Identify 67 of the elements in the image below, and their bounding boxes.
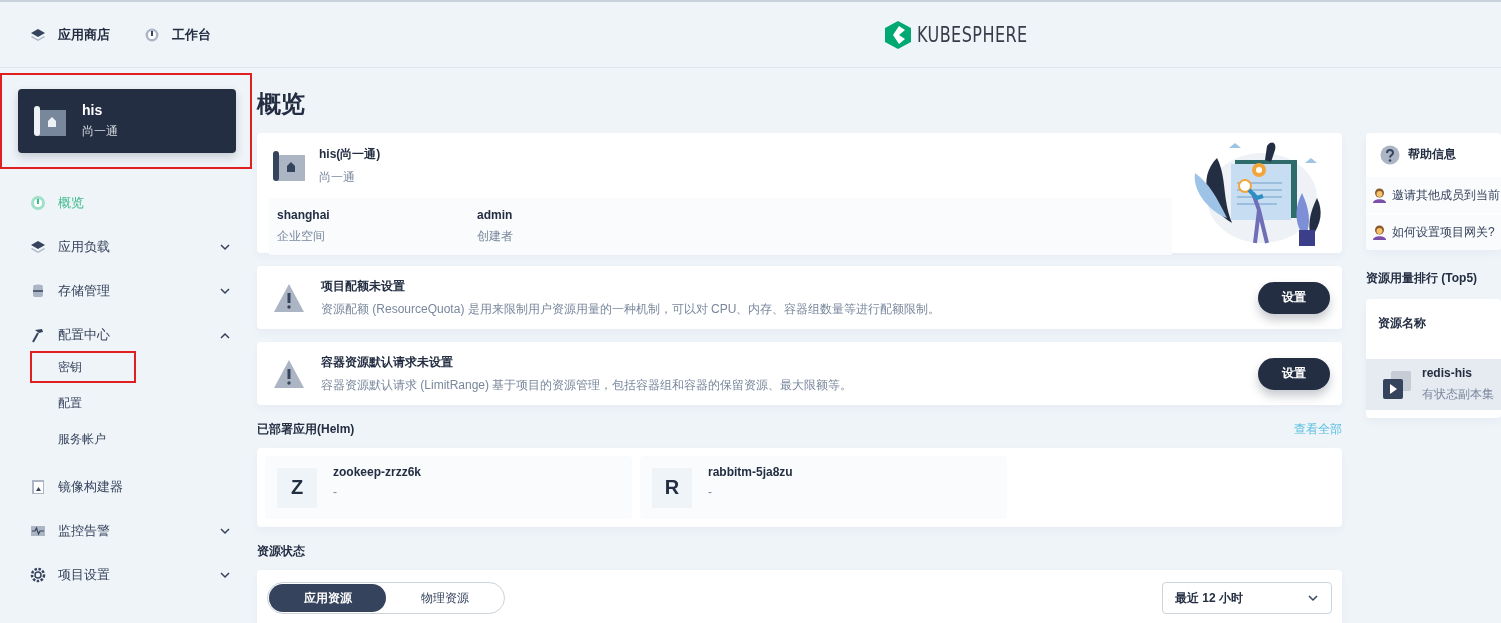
app-item[interactable]: R rabbitm-5ja8zu - bbox=[640, 456, 1007, 519]
resource-type: 有状态副本集 bbox=[1422, 386, 1494, 403]
chevron-icon bbox=[1307, 594, 1319, 602]
dashboard-icon bbox=[144, 26, 160, 43]
database-icon bbox=[30, 283, 46, 299]
person-icon bbox=[1372, 224, 1387, 240]
ranking-row[interactable]: redis-his 有状态副本集 bbox=[1366, 359, 1501, 410]
question-icon bbox=[1380, 144, 1400, 165]
sidebar-item[interactable]: 存储管理 bbox=[30, 269, 257, 313]
top-nav-link[interactable]: 应用商店 bbox=[30, 25, 110, 44]
sidebar-item[interactable]: 应用负载 bbox=[30, 225, 257, 269]
help-link[interactable]: 邀请其他成员到当前 bbox=[1366, 176, 1501, 213]
hammer-icon bbox=[30, 327, 46, 343]
project-icon bbox=[273, 149, 305, 182]
help-link[interactable]: 如何设置项目网关? bbox=[1366, 213, 1501, 250]
warning-title: 容器资源默认请求未设置 bbox=[321, 353, 454, 371]
app-name: rabbitm-5ja8zu bbox=[708, 464, 793, 479]
pulse-icon bbox=[30, 523, 46, 539]
resource-name: redis-his bbox=[1422, 366, 1473, 380]
project-card[interactable]: his 尚一通 bbox=[18, 89, 236, 153]
sidebar-item[interactable]: 镜像构建器 bbox=[30, 465, 257, 509]
sidebar-item[interactable]: 项目设置 bbox=[30, 553, 257, 597]
sidebar-subitem[interactable]: 密钥 bbox=[30, 351, 136, 383]
page-title: 概览 bbox=[257, 89, 306, 119]
set-button[interactable]: 设置 bbox=[1258, 357, 1330, 390]
app-avatar: Z bbox=[277, 467, 317, 508]
project-subtitle: 尚一通 bbox=[319, 168, 356, 186]
warning-icon bbox=[273, 358, 305, 389]
logo-icon bbox=[885, 21, 911, 49]
layers-icon bbox=[30, 239, 46, 255]
warning-icon bbox=[273, 282, 305, 313]
app-item[interactable]: Z zookeep-zrzz6k - bbox=[265, 456, 632, 519]
project-icon bbox=[34, 105, 66, 137]
resource-tab[interactable]: 应用资源 bbox=[269, 584, 386, 612]
top-nav-link[interactable]: 工作台 bbox=[144, 25, 211, 44]
resource-tab[interactable]: 物理资源 bbox=[386, 584, 503, 612]
field-label: 创建者 bbox=[477, 228, 514, 245]
logo-text: KUBESPHERE bbox=[917, 23, 1028, 47]
ranking-title: 资源用量排行 (Top5) bbox=[1366, 270, 1479, 287]
layers-icon bbox=[30, 26, 46, 43]
workload-icon bbox=[1382, 369, 1412, 400]
app-description: - bbox=[708, 484, 713, 499]
set-button[interactable]: 设置 bbox=[1258, 281, 1330, 314]
app-avatar: R bbox=[652, 467, 692, 508]
section-title: 已部署应用(Helm) bbox=[257, 421, 355, 438]
project-alias: 尚一通 bbox=[82, 123, 118, 140]
help-title: 帮助信息 bbox=[1408, 146, 1456, 163]
warning-title: 项目配额未设置 bbox=[321, 277, 406, 295]
sidebar-subitem[interactable]: 配置 bbox=[30, 387, 136, 419]
app-name: zookeep-zrzz6k bbox=[333, 464, 422, 479]
column-header: 资源名称 bbox=[1377, 315, 1427, 332]
warning-description: 容器资源默认请求 (LimitRange) 基于项目的资源管理，包括容器组和容器的保留资源、最大限额等。 bbox=[321, 376, 854, 394]
field-value: admin bbox=[477, 208, 514, 222]
app-description: - bbox=[333, 484, 338, 499]
section-title: 资源状态 bbox=[257, 543, 305, 560]
settings-icon bbox=[30, 567, 46, 583]
time-range-select[interactable]: 最近 12 小时 bbox=[1162, 582, 1332, 614]
sidebar-item[interactable]: 监控告警 bbox=[30, 509, 257, 553]
field-value: shanghai bbox=[277, 208, 331, 222]
warning-description: 资源配额 (ResourceQuota) 是用来限制用户资源用量的一种机制，可以对 CPU、内存、容器组数量等进行配额限制。 bbox=[321, 300, 942, 318]
field-label: 企业空间 bbox=[277, 228, 326, 245]
overview-icon bbox=[30, 195, 46, 211]
project-title: his(尚一通) bbox=[319, 145, 381, 163]
image-icon bbox=[30, 479, 46, 495]
person-icon bbox=[1372, 187, 1387, 203]
project-name: his bbox=[82, 102, 104, 118]
sidebar-subitem[interactable]: 服务帐户 bbox=[30, 423, 136, 455]
